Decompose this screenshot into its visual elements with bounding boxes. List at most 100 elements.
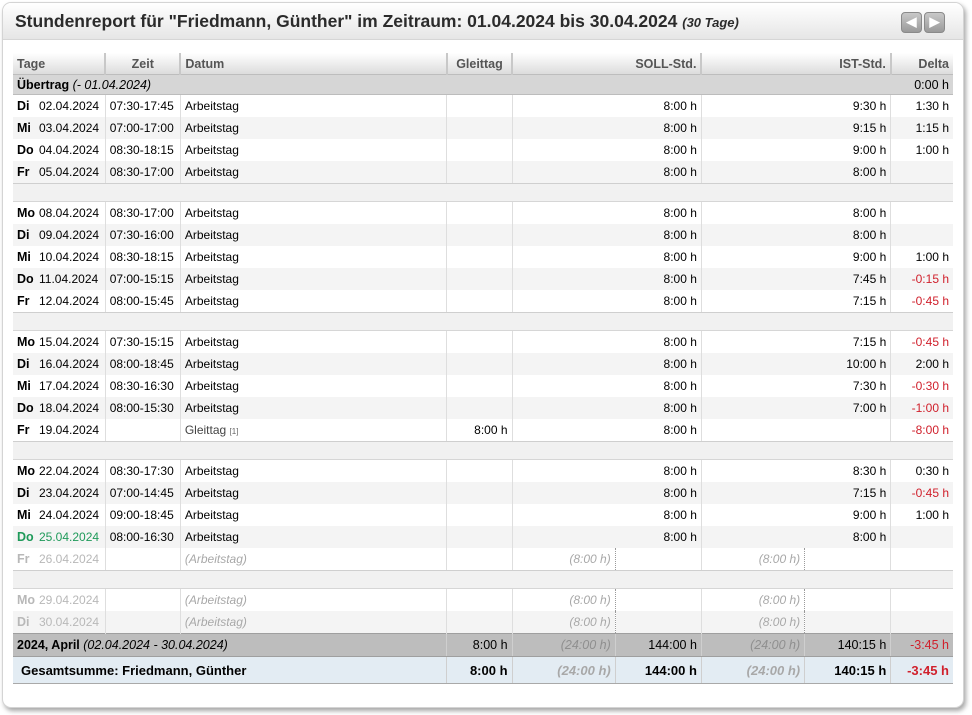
datum-cell: Arbeitstag — [179, 482, 447, 504]
table-row[interactable]: Do 18.04.2024 08:00-15:30 Arbeitstag 8:00 h7… — [13, 397, 953, 419]
col-header-tage[interactable]: Tage — [13, 53, 106, 75]
total-gleit: 8:00 h — [446, 656, 513, 684]
soll-plan-cell: (8:00 h) — [511, 611, 616, 634]
col-header-ist[interactable]: IST-Std. — [700, 53, 891, 75]
arrow-left-icon: ◀ — [906, 14, 917, 29]
delta-cell — [890, 161, 953, 184]
delta-cell: -0:15 h — [890, 268, 953, 290]
ist-plan-cell: (8:00 h) — [700, 548, 805, 571]
gleit-cell — [446, 588, 513, 611]
time-cell — [104, 611, 181, 634]
datum-text: (Arbeitstag) — [184, 593, 247, 607]
datum-cell: Arbeitstag — [179, 330, 447, 353]
time-cell: 08:00-18:45 — [104, 353, 181, 375]
table-row[interactable]: Fr 05.04.2024 08:30-17:00 Arbeitstag 8:00 h8… — [13, 161, 953, 184]
table-row[interactable]: Do 04.04.2024 08:30-18:15 Arbeitstag 8:00 h9… — [13, 139, 953, 161]
table-row[interactable]: Fr 19.04.2024 Gleittag [1] 8:00 h 8:00 h -8:0… — [13, 419, 953, 442]
time-cell: 07:30-16:00 — [104, 224, 181, 246]
col-header-datum[interactable]: Datum — [179, 53, 447, 75]
weekday: Di — [17, 99, 30, 113]
datum-text: Arbeitstag — [184, 379, 239, 393]
gleit-cell — [446, 397, 513, 419]
report-panel: Stundenreport für "Friedmann, Günther" i… — [2, 2, 964, 708]
table-row[interactable]: Mi 17.04.2024 08:30-16:30 Arbeitstag 8:00 h7… — [13, 375, 953, 397]
datum-text: Arbeitstag — [184, 206, 239, 220]
table-row[interactable]: Mo 22.04.2024 08:30-17:30 Arbeitstag 8:00 h8… — [13, 459, 953, 482]
time-cell: 08:30-18:15 — [104, 139, 181, 161]
delta-cell: 1:30 h — [890, 94, 953, 117]
report-title-text: Stundenreport für "Friedmann, Günther" i… — [15, 11, 678, 31]
soll-cell: 8:00 h — [511, 504, 702, 526]
table-row[interactable]: Fr 12.04.2024 08:00-15:45 Arbeitstag 8:00 h7… — [13, 290, 953, 313]
table-row[interactable]: Di 16.04.2024 08:00-18:45 Arbeitstag 8:00 h1… — [13, 353, 953, 375]
col-header-soll[interactable]: SOLL-Std. — [511, 53, 702, 75]
datum-text: Arbeitstag — [184, 357, 239, 371]
datum-cell: Arbeitstag — [179, 526, 447, 548]
table-row[interactable]: Mi 03.04.2024 07:00-17:00 Arbeitstag 8:00 h9… — [13, 117, 953, 139]
col-header-delta[interactable]: Delta — [889, 53, 953, 75]
day-date: 03.04.2024 — [39, 121, 100, 135]
time-cell: 08:30-18:15 — [104, 246, 181, 268]
soll-cell: 8:00 h — [511, 353, 702, 375]
table-row[interactable]: Do 25.04.2024 08:00-16:30 Arbeitstag 8:00 h8… — [13, 526, 953, 548]
delta-cell: 0:30 h — [890, 459, 953, 482]
day-cell: Mo 29.04.2024 — [13, 588, 106, 611]
datum-cell: Arbeitstag — [179, 397, 447, 419]
ist-cell: 7:45 h — [700, 268, 891, 290]
day-date: 08.04.2024 — [39, 206, 100, 220]
table-row[interactable]: Di 30.04.2024 (Arbeitstag) (8:00 h) (8:00 h) — [13, 611, 953, 634]
day-date: 10.04.2024 — [39, 250, 100, 264]
delta-cell: -1:00 h — [890, 397, 953, 419]
week-separator-cell — [13, 312, 953, 331]
table-row[interactable]: Fr 26.04.2024 (Arbeitstag) (8:00 h) (8:00 h) — [13, 548, 953, 571]
carry-delta: 0:00 h — [890, 74, 953, 95]
prev-period-button[interactable]: ◀ — [901, 12, 922, 33]
datum-text: (Arbeitstag) — [184, 615, 247, 629]
table-row[interactable]: Di 23.04.2024 07:00-14:45 Arbeitstag 8:00 h7… — [13, 482, 953, 504]
ist-cell: 9:15 h — [700, 117, 891, 139]
ist-cell: 7:00 h — [700, 397, 891, 419]
weekday: Do — [17, 401, 34, 415]
col-header-gleittag[interactable]: Gleittag — [445, 53, 513, 75]
month-label-cell: 2024, April (02.04.2024 - 30.04.2024) — [13, 633, 447, 657]
grand-total-row: Gesamtsumme: Friedmann, Günther 8:00 h (24… — [13, 656, 953, 684]
time-cell — [104, 588, 181, 611]
delta-cell: 1:15 h — [890, 117, 953, 139]
table-row[interactable]: Mi 24.04.2024 09:00-18:45 Arbeitstag 8:00 h9… — [13, 504, 953, 526]
soll-cell: 8:00 h — [511, 290, 702, 313]
table-row[interactable]: Mo 15.04.2024 07:30-15:15 Arbeitstag 8:00 h7… — [13, 330, 953, 353]
day-cell: Fr 26.04.2024 — [13, 548, 106, 571]
table-row[interactable]: Mo 29.04.2024 (Arbeitstag) (8:00 h) (8:00 h) — [13, 588, 953, 611]
weekday: Mi — [17, 250, 31, 264]
weekday: Di — [17, 228, 30, 242]
table-row[interactable]: Di 09.04.2024 07:30-16:00 Arbeitstag 8:00 h8… — [13, 224, 953, 246]
delta-cell — [890, 548, 953, 571]
day-cell: Di 30.04.2024 — [13, 611, 106, 634]
week-separator — [13, 441, 953, 460]
datum-text: Arbeitstag — [184, 143, 239, 157]
month-delta: -3:45 h — [890, 633, 953, 657]
soll-cell — [614, 588, 702, 611]
soll-cell: 8:00 h — [511, 459, 702, 482]
table-row[interactable]: Do 11.04.2024 07:00-15:15 Arbeitstag 8:00 h7… — [13, 268, 953, 290]
datum-cell: (Arbeitstag) — [179, 588, 447, 611]
ist-cell: 9:00 h — [700, 246, 891, 268]
total-delta: -3:45 h — [890, 656, 953, 684]
weekday: Fr — [17, 165, 30, 179]
footnote-marker[interactable]: [1] — [230, 427, 239, 436]
table-row[interactable]: Mo 08.04.2024 08:30-17:00 Arbeitstag 8:00 h8… — [13, 201, 953, 224]
table-row[interactable]: Di 02.04.2024 07:30-17:45 Arbeitstag 8:00 h9… — [13, 94, 953, 117]
table-row[interactable]: Mi 10.04.2024 08:30-18:15 Arbeitstag 8:00 h9… — [13, 246, 953, 268]
datum-cell: Arbeitstag — [179, 268, 447, 290]
soll-cell: 8:00 h — [511, 139, 702, 161]
next-period-button[interactable]: ▶ — [924, 12, 945, 33]
month-label: 2024, April — [17, 638, 80, 652]
day-date: 25.04.2024 — [39, 530, 100, 544]
gleit-cell — [446, 504, 513, 526]
day-date: 30.04.2024 — [39, 615, 100, 629]
col-header-zeit[interactable]: Zeit — [104, 53, 181, 75]
soll-cell: 8:00 h — [511, 224, 702, 246]
datum-cell: Arbeitstag — [179, 353, 447, 375]
soll-cell: 8:00 h — [511, 330, 702, 353]
delta-cell — [890, 588, 953, 611]
